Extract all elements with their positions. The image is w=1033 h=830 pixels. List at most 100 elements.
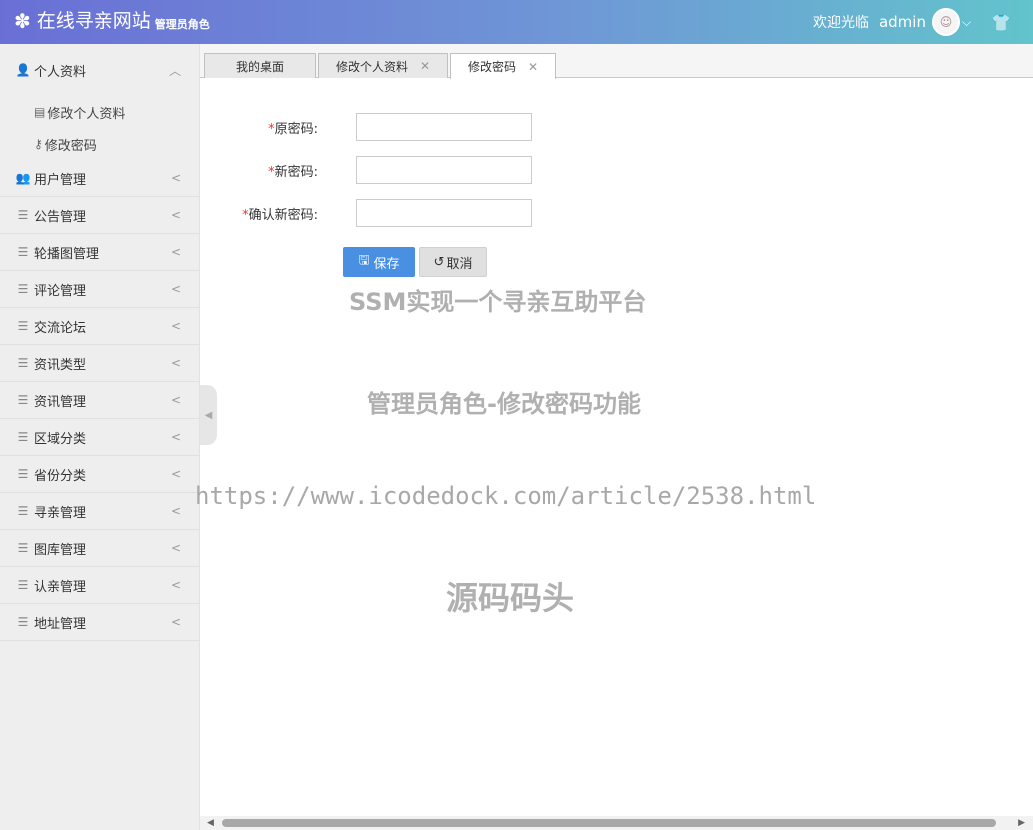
old-password-label: *原密码: xyxy=(268,121,318,137)
sidebar-item-news-types[interactable]: ☰ 资讯类型 < xyxy=(0,345,199,382)
sidebar-subitem-change-password[interactable]: ⚷ 修改密码 xyxy=(34,128,199,160)
role-label: 管理员角色 xyxy=(154,18,210,31)
save-button[interactable]: 🖫 保存 xyxy=(343,247,415,277)
scroll-right-icon[interactable]: ▶ xyxy=(1018,816,1025,830)
menu-icon: ☰ xyxy=(17,467,29,481)
chevron-left-icon: < xyxy=(170,282,181,296)
menu-icon: ☰ xyxy=(17,541,29,555)
sidebar-item-profile[interactable]: 👤 个人资料 ︿ xyxy=(0,44,199,96)
tab-label: 我的桌面 xyxy=(235,59,284,74)
edit-icon: ▤ xyxy=(34,105,46,119)
sidebar-item-label: 资讯类型 xyxy=(34,357,87,373)
tab-change-password[interactable]: 修改密码 ✕ xyxy=(450,53,556,79)
user-icon: 👤 xyxy=(15,63,31,77)
menu-icon: ☰ xyxy=(17,356,29,370)
chevron-left-icon: < xyxy=(170,615,181,629)
watermark-url: https://www.icodedock.com/article/2538.h… xyxy=(195,482,817,510)
sidebar-item-label: 省份分类 xyxy=(34,468,87,484)
username[interactable]: admin xyxy=(879,13,926,31)
chevron-up-icon: ︿ xyxy=(168,63,181,78)
sidebar-item-forum[interactable]: ☰ 交流论坛 < xyxy=(0,308,199,345)
tab-desktop[interactable]: 我的桌面 xyxy=(204,53,316,78)
menu-icon: ☰ xyxy=(17,578,29,592)
chevron-left-icon: < xyxy=(170,504,181,518)
new-password-label: *新密码: xyxy=(268,164,318,180)
menu-icon: ☰ xyxy=(17,208,29,222)
site-logo: ✽ 在线寻亲网站 管理员角色 xyxy=(14,10,210,32)
tab-bar: 我的桌面 修改个人资料 ✕ 修改密码 ✕ xyxy=(200,44,1033,79)
chevron-left-icon: < xyxy=(170,319,181,333)
menu-icon: ☰ xyxy=(17,504,29,518)
sidebar-item-label: 资讯管理 xyxy=(34,394,87,410)
sidebar-item-comments[interactable]: ☰ 评论管理 < xyxy=(0,271,199,308)
chevron-left-icon: < xyxy=(170,245,181,259)
save-icon: 🖫 xyxy=(358,253,370,268)
chevron-down-icon[interactable]: ⌵ xyxy=(962,15,971,30)
sidebar-item-regions[interactable]: ☰ 区域分类 < xyxy=(0,419,199,456)
chevron-left-icon: < xyxy=(170,171,181,185)
sidebar-item-search-relatives[interactable]: ☰ 寻亲管理 < xyxy=(0,493,199,530)
sidebar-item-provinces[interactable]: ☰ 省份分类 < xyxy=(0,456,199,493)
chevron-left-icon: < xyxy=(170,541,181,555)
sidebar-item-announcements[interactable]: ☰ 公告管理 < xyxy=(0,197,199,234)
close-icon[interactable]: ✕ xyxy=(528,60,538,74)
new-password-field[interactable] xyxy=(356,156,532,184)
key-icon: ⚷ xyxy=(34,137,43,151)
confirm-password-label: *确认新密码: xyxy=(242,207,318,223)
cancel-button[interactable]: ↺ 取消 xyxy=(419,247,487,277)
close-icon[interactable]: ✕ xyxy=(420,59,430,73)
sidebar-item-label: 公告管理 xyxy=(34,209,87,225)
sidebar-item-label: 交流论坛 xyxy=(34,320,87,336)
menu-icon: ☰ xyxy=(17,393,29,407)
sidebar-subitem-label: 修改个人资料 xyxy=(47,106,126,122)
menu-icon: ☰ xyxy=(17,319,29,333)
confirm-password-row: *确认新密码: xyxy=(200,199,532,227)
site-title: 在线寻亲网站 xyxy=(36,10,151,32)
chevron-left-icon: < xyxy=(170,578,181,592)
sidebar-subitem-edit-profile[interactable]: ▤ 修改个人资料 xyxy=(34,96,199,128)
gear-icon: ✽ xyxy=(14,9,31,33)
tab-label: 修改密码 xyxy=(467,60,516,74)
main-content: *原密码: *新密码: *确认新密码: 🖫 保存 ↺ 取消 xyxy=(200,78,1033,818)
watermark-brand: 源码码头 xyxy=(446,579,575,617)
profile-submenu: ▤ 修改个人资料 ⚷ 修改密码 xyxy=(0,96,199,160)
sidebar-item-label: 图库管理 xyxy=(34,542,87,558)
horizontal-scrollbar[interactable]: ◀ ▶ xyxy=(200,816,1033,830)
sidebar-item-label: 寻亲管理 xyxy=(34,505,87,521)
sidebar-item-label: 区域分类 xyxy=(34,431,87,447)
sidebar-item-label: 用户管理 xyxy=(34,172,87,188)
scrollbar-thumb[interactable] xyxy=(222,819,996,827)
theme-shirt-icon[interactable]: 👕 xyxy=(991,13,1011,32)
menu-icon: ☰ xyxy=(17,245,29,259)
sidebar-item-label: 评论管理 xyxy=(34,283,87,299)
scroll-left-icon[interactable]: ◀ xyxy=(207,816,214,830)
watermark-title: SSM实现一个寻亲互助平台 xyxy=(349,288,647,316)
old-password-field[interactable] xyxy=(356,113,532,141)
users-icon: 👥 xyxy=(15,171,31,185)
sidebar-item-addresses[interactable]: ☰ 地址管理 < xyxy=(0,604,199,641)
confirm-password-field[interactable] xyxy=(356,199,532,227)
old-password-row: *原密码: xyxy=(200,113,532,141)
avatar[interactable]: ☺ xyxy=(931,8,960,36)
new-password-row: *新密码: xyxy=(200,156,532,184)
top-header: ✽ 在线寻亲网站 管理员角色 欢迎光临 admin ☺ ⌵ 👕 xyxy=(0,0,1033,44)
tab-label: 修改个人资料 xyxy=(335,59,408,74)
chevron-left-icon: < xyxy=(170,208,181,222)
chevron-left-icon: < xyxy=(170,393,181,407)
sidebar-item-users[interactable]: 👥 用户管理 < xyxy=(0,160,199,197)
chevron-left-icon: < xyxy=(170,356,181,370)
sidebar-item-label: 认亲管理 xyxy=(34,579,87,595)
sidebar-item-gallery[interactable]: ☰ 图库管理 < xyxy=(0,530,199,567)
sidebar-item-recognition[interactable]: ☰ 认亲管理 < xyxy=(0,567,199,604)
chevron-left-icon: < xyxy=(170,467,181,481)
sidebar-item-news[interactable]: ☰ 资讯管理 < xyxy=(0,382,199,419)
sidebar-item-label: 地址管理 xyxy=(34,616,87,632)
tab-edit-profile[interactable]: 修改个人资料 ✕ xyxy=(318,53,448,78)
menu-icon: ☰ xyxy=(17,615,29,629)
chevron-left-icon: < xyxy=(170,430,181,444)
sidebar-item-carousel[interactable]: ☰ 轮播图管理 < xyxy=(0,234,199,271)
menu-icon: ☰ xyxy=(17,430,29,444)
sidebar: 👤 个人资料 ︿ ▤ 修改个人资料 ⚷ 修改密码 👥 用户管理 < ☰ 公告管理… xyxy=(0,44,200,830)
watermark-subtitle: 管理员角色-修改密码功能 xyxy=(367,390,641,418)
sidebar-subitem-label: 修改密码 xyxy=(44,138,97,154)
